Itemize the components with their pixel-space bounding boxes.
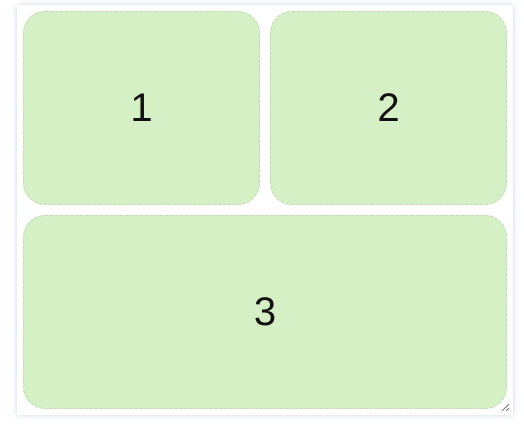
grid-cell-2: 2 bbox=[270, 11, 507, 205]
grid-cell-1-label: 1 bbox=[130, 86, 153, 130]
grid-cell-3: 3 bbox=[23, 215, 507, 409]
resize-grip-icon[interactable] bbox=[501, 403, 510, 412]
grid-cell-1: 1 bbox=[23, 11, 260, 205]
grid-cell-3-label: 3 bbox=[253, 290, 277, 334]
grid-cell-2-label: 2 bbox=[377, 86, 400, 130]
grid-container: 1 2 3 bbox=[17, 5, 513, 415]
